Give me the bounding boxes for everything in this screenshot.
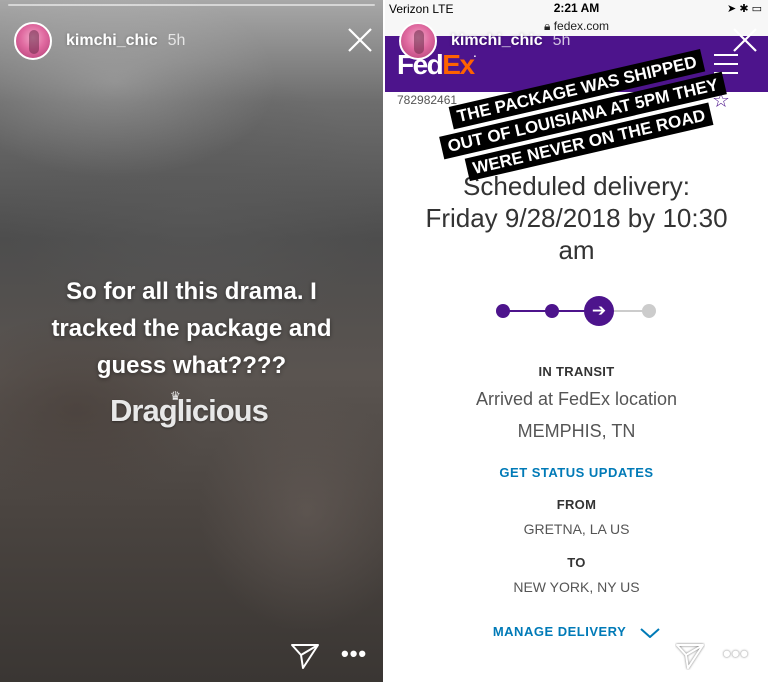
from-label: FROM: [556, 497, 597, 512]
story-header: kimchi_chic 5h: [14, 22, 185, 60]
scheduled-date: Friday 9/28/2018 by 10:30: [425, 203, 728, 233]
manage-delivery-label: MANAGE DELIVERY: [492, 624, 627, 639]
from-value: GRETNA, LA US: [523, 521, 630, 537]
post-time: 5h: [167, 32, 186, 49]
caption-line: So for all this drama. I: [66, 278, 317, 305]
progress-step: [545, 304, 559, 318]
get-status-updates-link[interactable]: GET STATUS UPDATES: [385, 465, 768, 480]
location-line: Arrived at FedEx location: [475, 389, 678, 409]
progress-step: [496, 304, 510, 318]
story-progress-bar: [8, 4, 375, 6]
scheduled-delivery: Scheduled delivery: Friday 9/28/2018 by …: [385, 170, 768, 266]
status-label: IN TRANSIT: [538, 364, 615, 379]
send-icon[interactable]: [290, 642, 320, 670]
avatar[interactable]: [14, 22, 52, 60]
chevron-down-icon[interactable]: [640, 627, 660, 638]
caption-line: guess what????: [96, 352, 287, 379]
manage-delivery-link[interactable]: MANAGE DELIVERY: [385, 624, 768, 639]
scheduled-time: am: [558, 235, 595, 265]
story-right[interactable]: Verizon LTE 2:21 AM ➤ ✱ ▭ 🔒︎ fedex.com F…: [385, 0, 768, 682]
arrow-right-icon: ➔: [584, 296, 614, 326]
story-caption: So for all this drama. I tracked the pac…: [0, 273, 383, 384]
to-label: TO: [567, 555, 586, 570]
more-icon[interactable]: •••: [341, 643, 367, 665]
location-city: MEMPHIS, TN: [517, 421, 636, 441]
avatar[interactable]: [399, 22, 437, 60]
watermark-logo: Draglicious: [110, 393, 269, 428]
to-value: NEW YORK, NY US: [513, 579, 640, 595]
username[interactable]: kimchi_chic: [451, 32, 543, 50]
clock: 2:21 AM: [553, 1, 600, 15]
story-left[interactable]: kimchi_chic 5h So for all this drama. I …: [0, 0, 383, 682]
caption-line: tracked the package and: [51, 315, 332, 342]
close-icon[interactable]: [731, 26, 759, 54]
story-header: kimchi_chic 5h: [399, 22, 570, 60]
battery-icon: ➤ ✱ ▭: [727, 3, 762, 15]
shipment-progress-tracker: ➔: [495, 296, 656, 326]
close-icon[interactable]: [346, 26, 374, 54]
post-time: 5h: [552, 32, 571, 49]
send-icon[interactable]: [675, 642, 705, 670]
username[interactable]: kimchi_chic: [66, 32, 158, 50]
more-icon[interactable]: •••: [723, 643, 749, 665]
progress-step: [642, 304, 656, 318]
